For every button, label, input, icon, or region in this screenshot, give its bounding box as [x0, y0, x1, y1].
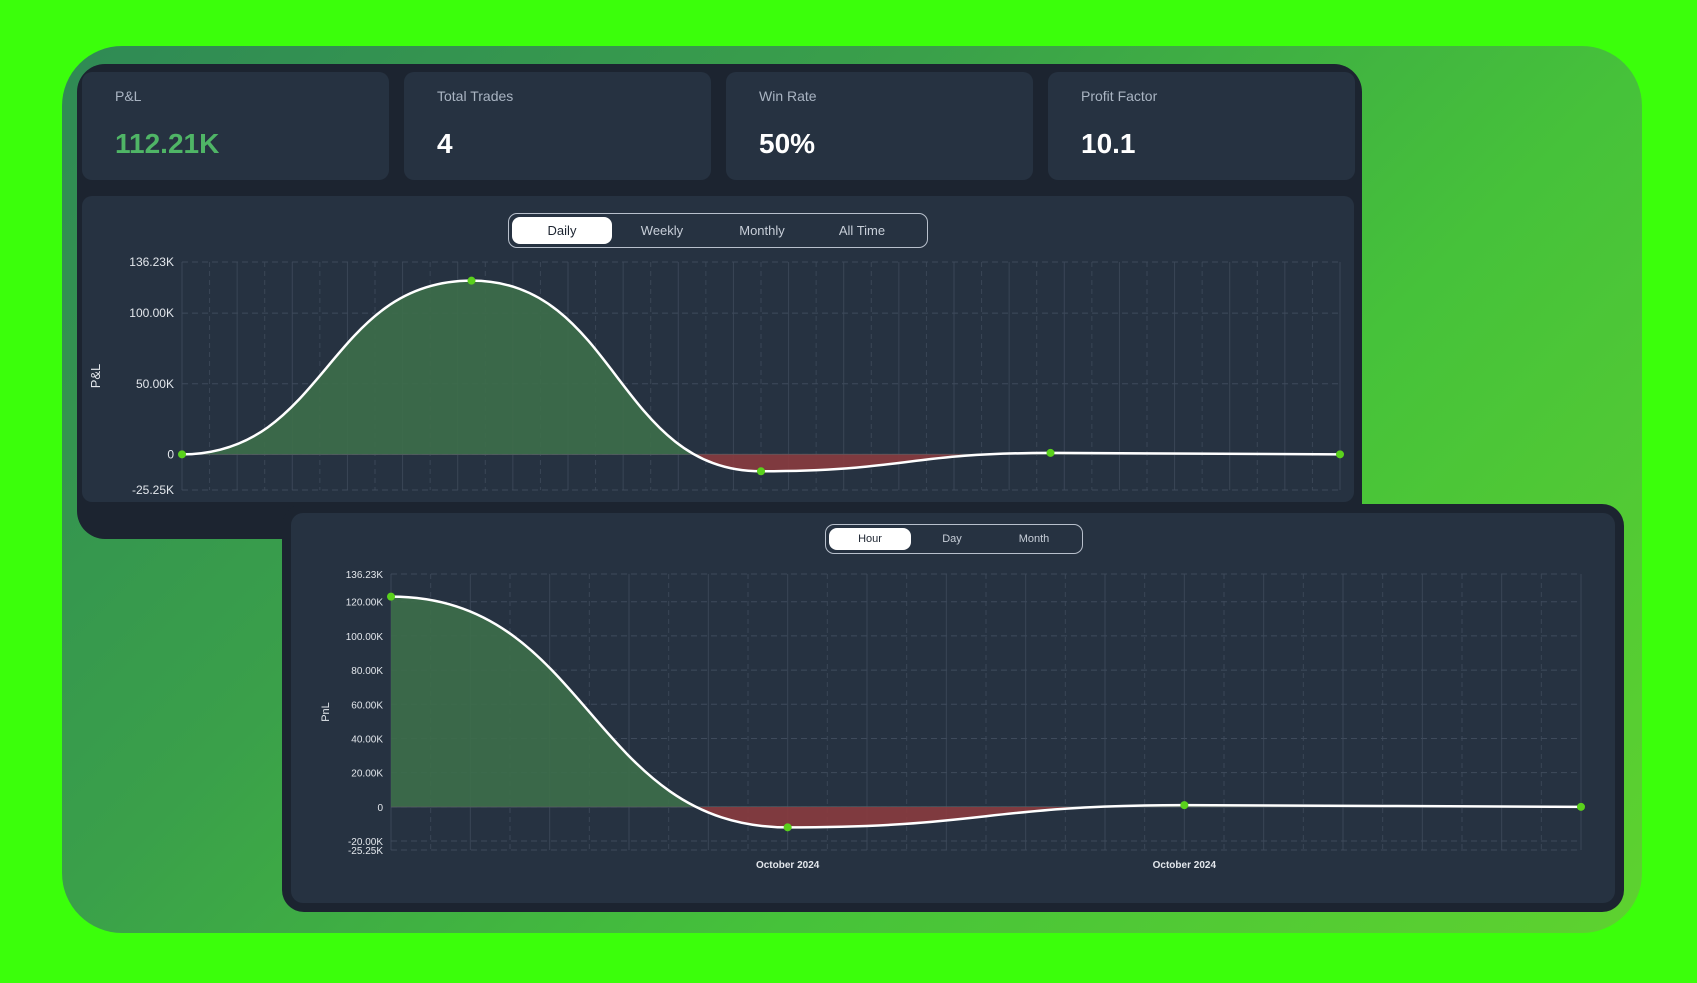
tab-daily[interactable]: Daily	[512, 217, 612, 244]
pnl-hourly-line-chart: 136.23K 120.00K 100.00K 80.00K 60.00K 40.00K 2…	[320, 570, 1585, 871]
stat-label: P&L	[115, 88, 142, 104]
y-tick-label: 100.00K	[129, 306, 174, 320]
y-axis-label: P&L	[88, 364, 103, 389]
y-tick-label: 20.00K	[351, 769, 383, 780]
x-tick-label: October 2024	[1153, 860, 1217, 871]
tab-hour[interactable]: Hour	[829, 528, 911, 550]
timeframe-toggle: Daily Weekly Monthly All Time	[508, 213, 928, 248]
stat-value: 112.21K	[115, 128, 220, 159]
data-point	[467, 276, 476, 285]
data-point	[1046, 448, 1055, 457]
y-tick-label: 0	[377, 803, 383, 814]
y-axis-label: PnL	[320, 702, 332, 722]
tab-weekly[interactable]: Weekly	[612, 217, 712, 244]
tab-monthly[interactable]: Monthly	[712, 217, 812, 244]
y-tick-label: 50.00K	[136, 377, 174, 391]
data-point	[783, 823, 792, 832]
stat-card-total-trades: Total Trades 4	[404, 72, 711, 180]
y-tick-label: 136.23K	[129, 255, 174, 269]
stat-label: Total Trades	[437, 88, 514, 104]
data-point	[178, 450, 186, 459]
tab-month[interactable]: Month	[993, 528, 1075, 550]
data-point	[1180, 801, 1189, 810]
x-tick-label: October 2024	[756, 860, 820, 871]
stat-label: Profit Factor	[1081, 88, 1158, 104]
y-tick-label: 100.00K	[346, 632, 384, 643]
tab-day[interactable]: Day	[911, 528, 993, 550]
stat-value: 10.1	[1081, 128, 1136, 159]
y-tick-label: 136.23K	[346, 570, 384, 581]
y-tick-label: -25.25K	[132, 483, 174, 497]
tab-all-time[interactable]: All Time	[812, 217, 912, 244]
data-point	[1577, 802, 1585, 811]
y-tick-label: -25.25K	[348, 846, 383, 857]
y-tick-label: 80.00K	[351, 666, 383, 677]
y-tick-label: 60.00K	[351, 700, 383, 711]
pnl-line-chart: 136.23K 100.00K 50.00K 0 -25.25K P&L	[88, 255, 1344, 497]
stat-value: 50%	[759, 128, 816, 159]
data-point	[1336, 450, 1344, 459]
stat-value: 4	[437, 128, 453, 159]
y-tick-label: 40.00K	[351, 734, 383, 745]
y-tick-label: 120.00K	[346, 598, 384, 609]
stat-card-pnl: P&L 112.21K	[82, 72, 389, 180]
granularity-toggle: Hour Day Month	[825, 524, 1083, 554]
y-tick-label: 0	[167, 447, 174, 461]
data-point	[757, 467, 765, 476]
stat-card-profit-factor: Profit Factor 10.1	[1048, 72, 1355, 180]
stat-label: Win Rate	[759, 88, 817, 104]
stat-card-win-rate: Win Rate 50%	[726, 72, 1033, 180]
data-point	[387, 592, 395, 601]
